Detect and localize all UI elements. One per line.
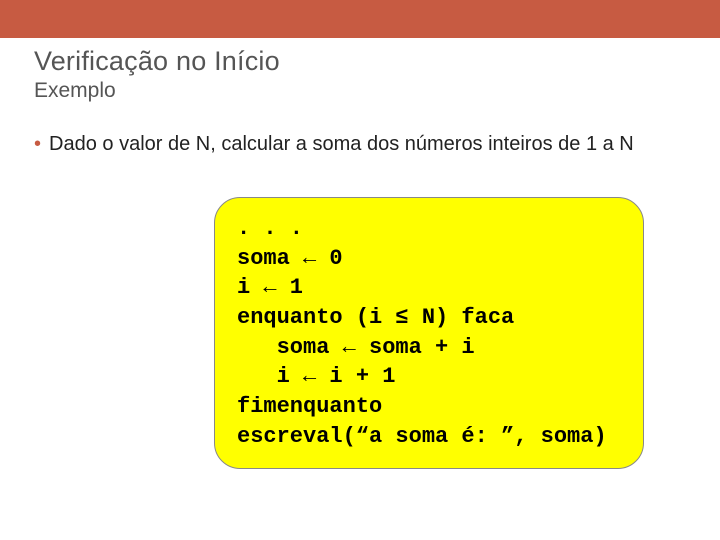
bullet-text: Dado o valor de N, calcular a soma dos n… <box>49 131 634 157</box>
header-bar <box>0 0 720 38</box>
bullet-dot-icon: • <box>34 131 41 157</box>
code-line: i ← 1 <box>237 275 303 300</box>
code-line: fimenquanto <box>237 394 382 419</box>
slide-content: Verificação no Início Exemplo • Dado o v… <box>0 38 720 469</box>
code-line: i ← i + 1 <box>237 364 395 389</box>
code-line: soma ← 0 <box>237 246 343 271</box>
bullet-item: • Dado o valor de N, calcular a soma dos… <box>34 131 686 157</box>
code-line: enquanto (i ≤ N) faca <box>237 305 514 330</box>
slide-subtitle: Exemplo <box>34 79 686 103</box>
code-line: escreval(“a soma é: ”, soma) <box>237 424 607 449</box>
slide-title: Verificação no Início <box>34 46 686 77</box>
pseudocode-box: . . . soma ← 0 i ← 1 enquanto (i ≤ N) fa… <box>214 197 644 469</box>
code-line: . . . <box>237 216 303 241</box>
code-line: soma ← soma + i <box>237 335 475 360</box>
